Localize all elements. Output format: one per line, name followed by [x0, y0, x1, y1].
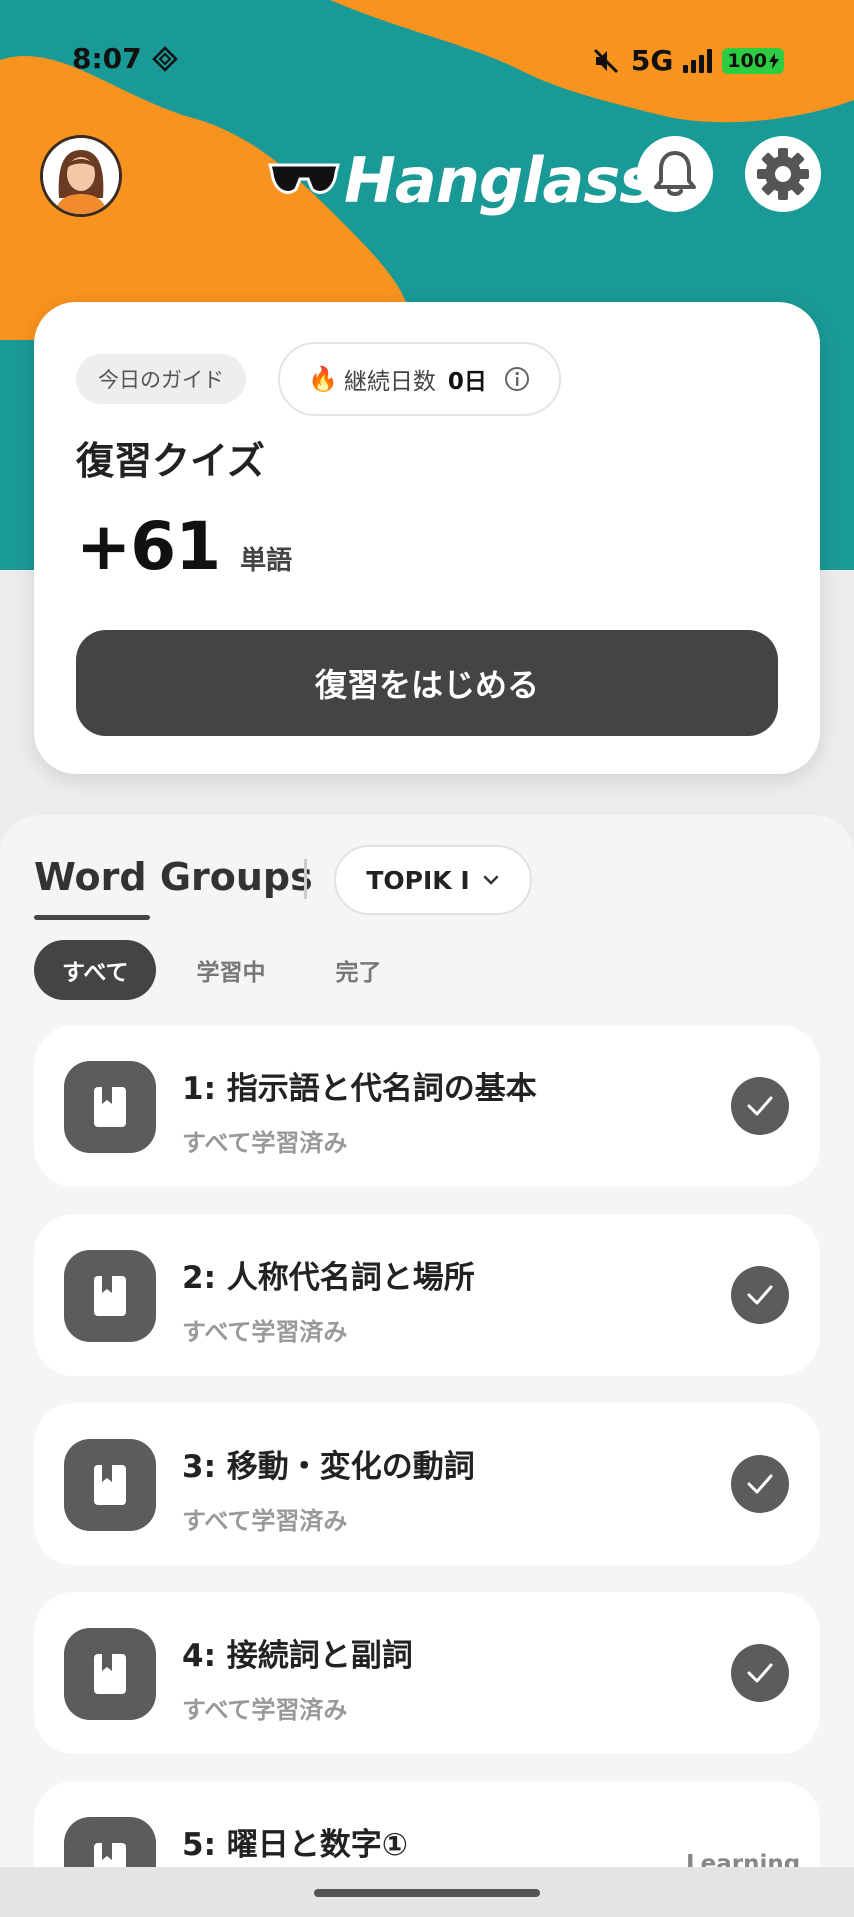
- word-groups-panel: Word Groups TOPIK I すべて 学習中 完了 1: 指示語と代名…: [0, 815, 854, 1917]
- info-icon[interactable]: [503, 365, 531, 393]
- title-underline: [34, 915, 150, 920]
- divider: [304, 859, 307, 899]
- gear-icon: [757, 148, 809, 200]
- book-icon: [64, 1250, 156, 1342]
- chevron-down-icon: [483, 875, 498, 885]
- streak-chip[interactable]: 🔥 継続日数 0日: [278, 342, 561, 416]
- status-time: 8:07: [72, 42, 142, 75]
- user-avatar-icon: [43, 138, 119, 214]
- group-title: 4: 接続詞と副詞: [182, 1638, 413, 1674]
- fire-icon: 🔥: [308, 365, 338, 393]
- count-unit: 単語: [240, 546, 293, 576]
- home-bar-area: [0, 1867, 854, 1917]
- status-indicators: 5G 100: [591, 44, 784, 77]
- count-value: +61: [76, 508, 221, 585]
- network-label: 5G: [630, 44, 674, 77]
- card-title: 復習クイズ: [76, 439, 265, 483]
- filter-tabs: すべて 学習中 完了: [34, 940, 411, 1000]
- check-icon: [731, 1455, 789, 1513]
- streak-label: 継続日数: [343, 369, 436, 395]
- filter-tab-learning[interactable]: 学習中: [166, 940, 295, 1000]
- check-icon: [731, 1266, 789, 1324]
- streak-value: 0日: [447, 369, 487, 395]
- guide-chip: 今日のガイド: [76, 354, 246, 404]
- battery-icon: 100: [722, 47, 784, 74]
- group-title: 1: 指示語と代名詞の基本: [182, 1071, 537, 1107]
- level-select-value: TOPIK I: [366, 865, 470, 895]
- status-bar: 8:07 5G 100: [0, 0, 854, 120]
- check-icon: [731, 1644, 789, 1702]
- book-icon: [64, 1439, 156, 1531]
- start-review-button[interactable]: 復習をはじめる: [76, 630, 778, 736]
- battery-level: 100: [727, 49, 767, 72]
- logo-text: Hanglass: [344, 143, 656, 217]
- group-title: 5: 曜日と数字①: [182, 1827, 409, 1863]
- group-item[interactable]: 2: 人称代名詞と場所 すべて学習済み: [34, 1214, 820, 1376]
- signal-icon: [683, 48, 713, 73]
- group-title: 2: 人称代名詞と場所: [182, 1260, 475, 1296]
- bell-icon: [654, 151, 696, 196]
- group-status: すべて学習済み: [182, 1318, 348, 1346]
- word-groups-title: Word Groups: [34, 855, 313, 899]
- app-logo: Hanglass: [268, 135, 656, 225]
- check-icon: [731, 1077, 789, 1135]
- book-icon: [64, 1628, 156, 1720]
- word-count: +61 単語: [76, 508, 292, 585]
- group-status: すべて学習済み: [182, 1129, 348, 1157]
- group-status: すべて学習済み: [182, 1696, 348, 1724]
- group-status: すべて学習済み: [182, 1507, 348, 1535]
- level-select[interactable]: TOPIK I: [334, 845, 532, 915]
- vpn-icon: [152, 46, 178, 72]
- home-indicator[interactable]: [314, 1889, 540, 1897]
- filter-tab-done[interactable]: 完了: [305, 940, 411, 1000]
- notifications-button[interactable]: [637, 136, 713, 212]
- group-item[interactable]: 3: 移動・変化の動詞 すべて学習済み: [34, 1403, 820, 1565]
- settings-button[interactable]: [745, 136, 821, 212]
- mute-icon: [593, 48, 618, 73]
- group-item[interactable]: 4: 接続詞と副詞 すべて学習済み: [34, 1592, 820, 1754]
- guide-card: 今日のガイド 🔥 継続日数 0日 復習クイズ +61 単語 復習をはじめる: [34, 302, 820, 774]
- group-title: 3: 移動・変化の動詞: [182, 1449, 475, 1485]
- book-icon: [64, 1061, 156, 1153]
- sunglasses-icon: [268, 163, 340, 194]
- group-item[interactable]: 1: 指示語と代名詞の基本 すべて学習済み: [34, 1025, 820, 1187]
- charging-icon: [769, 52, 779, 69]
- avatar[interactable]: [40, 135, 122, 217]
- filter-tab-all[interactable]: すべて: [34, 940, 157, 1000]
